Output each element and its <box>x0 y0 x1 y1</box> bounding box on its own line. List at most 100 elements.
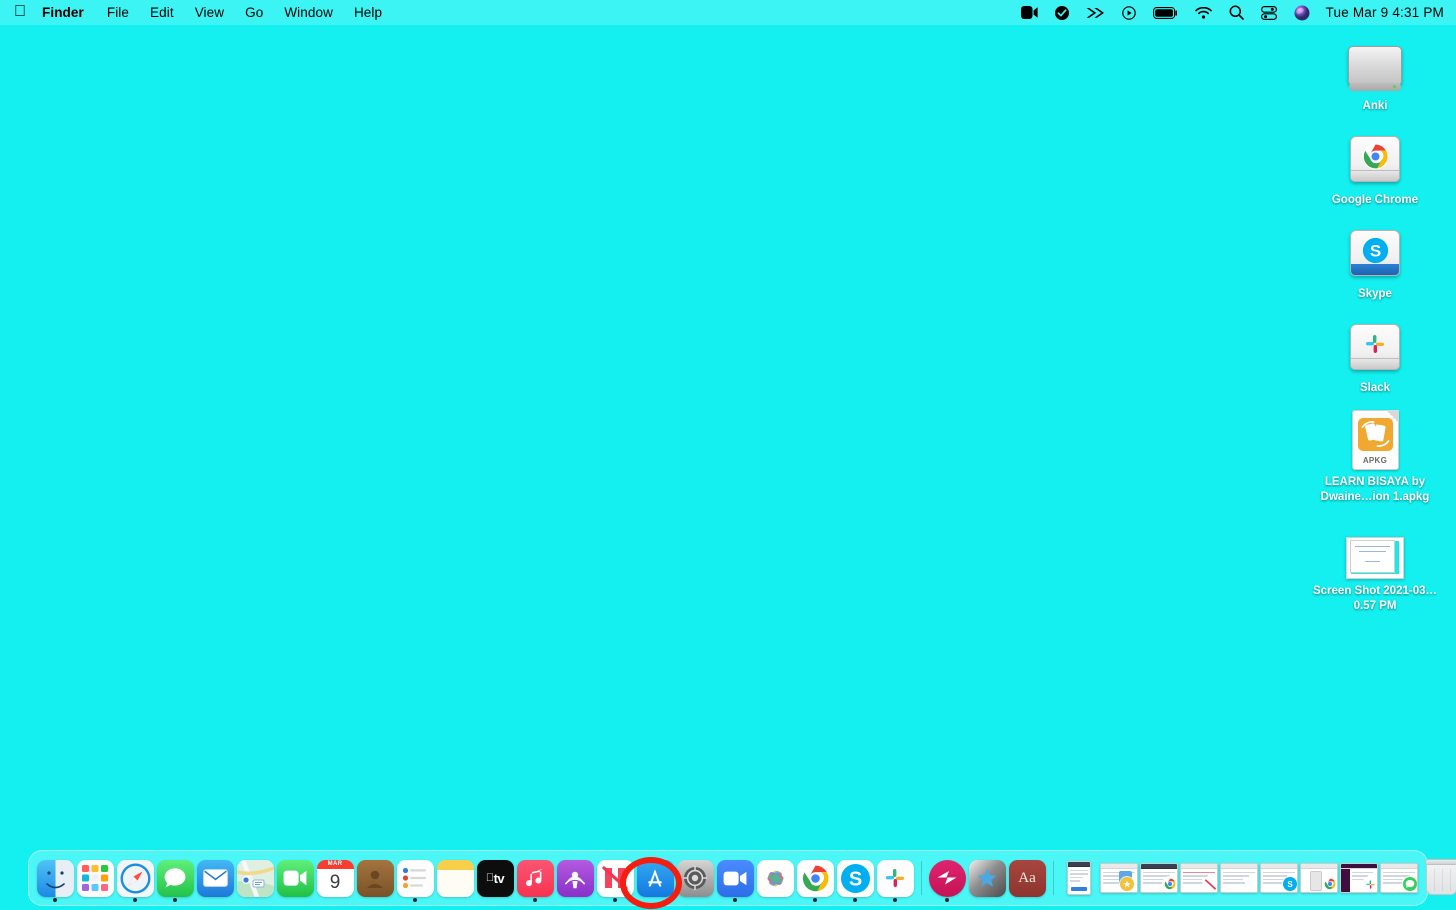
dock-item-mail[interactable] <box>196 850 234 906</box>
news-badge-icon <box>1203 877 1217 891</box>
desktop-icon-label: Screen Shot 2021-03…0.57 PM <box>1302 584 1448 614</box>
running-indicator <box>853 898 857 902</box>
dock-item-contacts[interactable] <box>356 850 394 906</box>
disk-image-icon <box>1346 122 1404 188</box>
dock-item-zoom[interactable] <box>716 850 754 906</box>
disk-image-icon: S <box>1346 216 1404 282</box>
dock-item-reminders[interactable] <box>396 850 434 906</box>
dock-item-notes[interactable] <box>436 850 474 906</box>
finder-icon <box>37 860 74 897</box>
menu-item-file[interactable]: File <box>107 5 129 20</box>
dock-minimized-window[interactable] <box>1059 850 1099 906</box>
dictionary-glyph-label: Aa <box>1018 870 1036 887</box>
desktop-icon-slack[interactable]: Slack <box>1300 310 1450 396</box>
reminders-icon <box>397 860 434 897</box>
calendar-month-label: MAR <box>317 860 354 869</box>
dock-item-finder[interactable] <box>36 850 74 906</box>
desktop-icon-screenshot[interactable]: Screen Shot 2021-03…0.57 PM <box>1300 513 1450 614</box>
launchpad-icon <box>77 860 114 897</box>
dock-item-anki[interactable] <box>968 850 1006 906</box>
zoom-video-icon[interactable] <box>1021 6 1038 19</box>
control-center-icon[interactable] <box>1261 6 1277 20</box>
dock-item-slack[interactable] <box>876 850 914 906</box>
menu-item-help[interactable]: Help <box>354 5 382 20</box>
chrome-badge-icon <box>1323 877 1337 891</box>
dock-item-dictionary[interactable]: Aa <box>1008 850 1046 906</box>
facetime-icon <box>277 860 314 897</box>
menu-item-view[interactable]: View <box>195 5 224 20</box>
desktop-icon-skype[interactable]: S Skype <box>1300 216 1450 302</box>
dock-item-trash[interactable] <box>1419 850 1456 906</box>
external-drive-icon <box>1346 28 1404 94</box>
dock-minimized-window[interactable] <box>1139 850 1179 906</box>
dock-item-app-store[interactable] <box>636 850 674 906</box>
dock-minimized-window[interactable] <box>1339 850 1379 906</box>
dock-item-facetime[interactable] <box>276 850 314 906</box>
dock-minimized-window[interactable] <box>1299 850 1339 906</box>
desktop-icon-anki[interactable]: Anki <box>1300 28 1450 114</box>
dock-minimized-window[interactable] <box>1379 850 1419 906</box>
podcasts-icon <box>557 860 594 897</box>
app-store-icon <box>637 860 674 897</box>
dock-item-music[interactable] <box>516 850 554 906</box>
messages-badge-icon <box>1403 877 1417 891</box>
dock-item-launchpad[interactable] <box>76 850 114 906</box>
dock-item-messages[interactable] <box>156 850 194 906</box>
play-circle-icon[interactable] <box>1122 6 1136 20</box>
dock[interactable]: MAR 9 <box>28 850 1428 906</box>
running-indicator <box>133 898 137 902</box>
dock-item-photos[interactable] <box>756 850 794 906</box>
screenshot-thumbnail-icon <box>1346 513 1404 579</box>
dock-item-grammarly[interactable] <box>928 850 966 906</box>
anki-star-icon <box>969 860 1006 897</box>
news-icon <box>597 860 634 897</box>
dock-item-skype[interactable]: S <box>836 850 874 906</box>
wifi-icon[interactable] <box>1195 7 1212 19</box>
dock-minimized-window[interactable] <box>1219 850 1259 906</box>
desktop[interactable]:  Finder File Edit View Go Window Help <box>0 0 1456 910</box>
running-indicator <box>945 898 949 902</box>
running-indicator <box>413 898 417 902</box>
menu-item-window[interactable]: Window <box>284 5 333 20</box>
dock-item-safari[interactable] <box>116 850 154 906</box>
menu-item-finder[interactable]: Finder <box>42 5 84 20</box>
desktop-icon-label: LEARN BISAYA by Dwaine…ion 1.apkg <box>1302 475 1448 505</box>
fastscripts-chevrons-icon[interactable] <box>1086 7 1105 19</box>
grammarly-icon <box>929 860 966 897</box>
dock-minimized-window[interactable]: ★ <box>1099 850 1139 906</box>
dock-item-apple-tv[interactable]: tv <box>476 850 514 906</box>
siri-icon[interactable] <box>1294 5 1310 21</box>
desktop-icon-apkg-file[interactable]: APKG LEARN BISAYA by Dwaine…ion 1.apkg <box>1300 404 1450 505</box>
running-indicator <box>733 898 737 902</box>
dock-minimized-window[interactable]: S <box>1259 850 1299 906</box>
dock-item-podcasts[interactable] <box>556 850 594 906</box>
chrome-logo-icon <box>1351 140 1399 172</box>
status-icon-group <box>1021 5 1310 21</box>
battery-icon[interactable] <box>1153 7 1178 19</box>
desktop-icon-google-chrome[interactable]: Google Chrome <box>1300 122 1450 208</box>
menu-bar-clock[interactable]: Tue Mar 9 4:31 PM <box>1326 5 1444 20</box>
svg-text:S: S <box>848 868 861 890</box>
menu-item-edit[interactable]: Edit <box>150 5 174 20</box>
dock-item-news[interactable] <box>596 850 634 906</box>
dock-item-google-chrome[interactable] <box>796 850 834 906</box>
contacts-icon <box>357 860 394 897</box>
skype-badge-icon: S <box>1283 877 1297 891</box>
menu-item-go[interactable]: Go <box>245 5 263 20</box>
dictionary-icon: Aa <box>1009 860 1046 897</box>
apkg-document-icon: APKG <box>1352 404 1399 470</box>
running-indicator <box>613 898 617 902</box>
apple-logo-icon[interactable]:  <box>14 4 26 20</box>
notes-icon <box>437 860 474 897</box>
desktop-icon-label: Google Chrome <box>1332 193 1418 208</box>
slack-logo-icon <box>1351 328 1399 360</box>
desktop-icon-label: Slack <box>1360 381 1390 396</box>
dock-item-system-preferences[interactable] <box>676 850 714 906</box>
disk-image-icon <box>1346 310 1404 376</box>
todoist-check-icon[interactable] <box>1055 6 1069 20</box>
spotlight-search-icon[interactable] <box>1229 5 1244 20</box>
dock-item-calendar[interactable]: MAR 9 <box>316 850 354 906</box>
dock-minimized-window[interactable] <box>1179 850 1219 906</box>
dock-item-maps[interactable] <box>236 850 274 906</box>
desktop-icon-label: Skype <box>1358 287 1392 302</box>
